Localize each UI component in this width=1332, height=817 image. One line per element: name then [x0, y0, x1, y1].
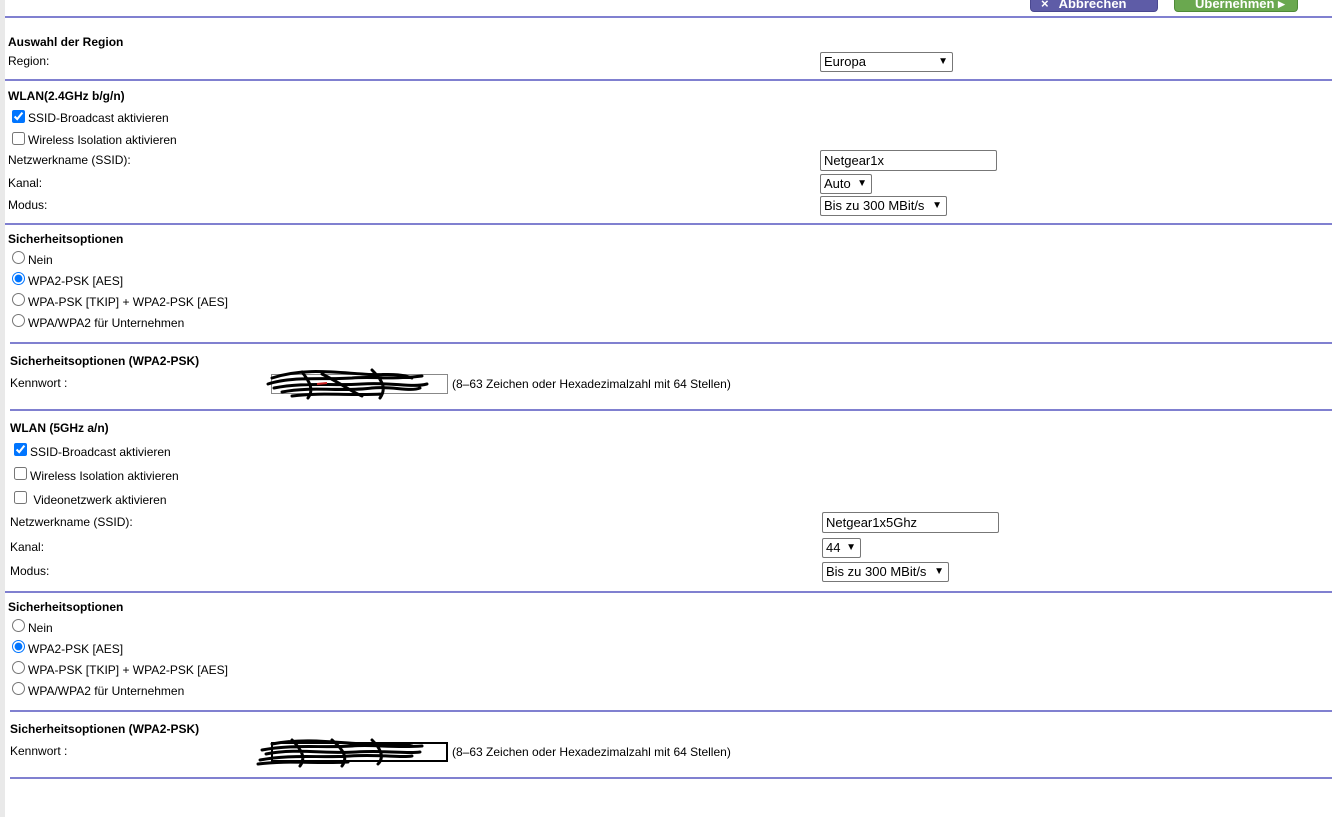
wlan24-channel-select[interactable]: Auto ▼	[820, 174, 872, 194]
chevron-down-icon: ▼	[938, 56, 948, 67]
security24-radio-enterprise[interactable]	[12, 314, 25, 327]
separator	[10, 342, 1332, 344]
security24-option-none: Nein	[28, 253, 53, 267]
security24-heading: Sicherheitsoptionen	[8, 232, 124, 246]
separator	[5, 223, 1332, 225]
wlan5-ssid-broadcast-checkbox[interactable]	[14, 443, 27, 456]
region-label: Region:	[8, 54, 50, 68]
apply-button[interactable]: Übernehmen ▸	[1174, 0, 1298, 12]
region-select[interactable]: Europa ▼	[820, 52, 953, 72]
wlan24-channel-value: Auto	[824, 176, 851, 191]
wlan24-heading: WLAN(2.4GHz b/g/n)	[8, 89, 125, 103]
chevron-down-icon: ▼	[857, 178, 867, 189]
wlan5-ssid-broadcast-label: SSID-Broadcast aktivieren	[30, 445, 171, 459]
wlan24-mode-select[interactable]: Bis zu 300 MBit/s ▼	[820, 196, 947, 216]
psk5-heading: Sicherheitsoptionen (WPA2-PSK)	[10, 722, 200, 736]
cancel-button[interactable]: × Abbrechen	[1030, 0, 1158, 12]
region-select-value: Europa	[824, 54, 866, 69]
wlan24-mode-label: Modus:	[8, 198, 48, 212]
wlan5-ssid-input[interactable]	[822, 512, 999, 533]
wlan5-channel-select[interactable]: 44 ▼	[822, 538, 861, 558]
wlan5-heading: WLAN (5GHz a/n)	[10, 421, 109, 435]
separator	[10, 710, 1332, 712]
security5-heading: Sicherheitsoptionen	[8, 600, 124, 614]
arrow-right-icon: ▸	[1278, 0, 1285, 11]
security5-radio-enterprise[interactable]	[12, 682, 25, 695]
wlan5-mode-select[interactable]: Bis zu 300 MBit/s ▼	[822, 562, 949, 582]
wlan5-ssid-label: Netzwerkname (SSID):	[10, 515, 133, 529]
security5-radio-wpa2[interactable]	[12, 640, 25, 653]
security5-radio-mixed[interactable]	[12, 661, 25, 674]
psk5-password-label: Kennwort :	[10, 744, 68, 758]
wlan24-ssid-input[interactable]	[820, 150, 997, 171]
wlan24-mode-value: Bis zu 300 MBit/s	[824, 198, 925, 213]
security24-radio-mixed[interactable]	[12, 293, 25, 306]
security5-option-mixed: WPA-PSK [TKIP] + WPA2-PSK [AES]	[28, 663, 228, 677]
chevron-down-icon: ▼	[934, 566, 944, 577]
wlan24-ssid-broadcast-label: SSID-Broadcast aktivieren	[28, 111, 169, 125]
security24-radio-none[interactable]	[12, 251, 25, 264]
wlan5-isolation-label: Wireless Isolation aktivieren	[30, 469, 179, 483]
redaction-scribble	[256, 738, 424, 768]
cancel-button-label: Abbrechen	[1058, 0, 1127, 11]
apply-button-label: Übernehmen	[1195, 0, 1275, 11]
security24-option-wpa2: WPA2-PSK [AES]	[28, 274, 124, 288]
wlan24-channel-label: Kanal:	[8, 176, 43, 190]
security24-option-enterprise: WPA/WPA2 für Unternehmen	[28, 316, 185, 330]
separator	[5, 79, 1332, 81]
psk24-hint: (8–63 Zeichen oder Hexadezimalzahl mit 6…	[452, 377, 731, 391]
security5-option-enterprise: WPA/WPA2 für Unternehmen	[28, 684, 185, 698]
wlan5-channel-label: Kanal:	[10, 540, 45, 554]
separator	[5, 16, 1332, 18]
security24-radio-wpa2[interactable]	[12, 272, 25, 285]
security24-option-mixed: WPA-PSK [TKIP] + WPA2-PSK [AES]	[28, 295, 228, 309]
security5-option-wpa2: WPA2-PSK [AES]	[28, 642, 124, 656]
wlan24-isolation-label: Wireless Isolation aktivieren	[28, 133, 177, 147]
wlan24-isolation-checkbox[interactable]	[12, 132, 25, 145]
wlan5-mode-value: Bis zu 300 MBit/s	[826, 564, 927, 579]
region-heading: Auswahl der Region	[8, 35, 124, 49]
wlan5-mode-label: Modus:	[10, 564, 50, 578]
security5-option-none: Nein	[28, 621, 53, 635]
chevron-down-icon: ▼	[932, 200, 942, 211]
redaction-scribble	[266, 368, 429, 400]
psk24-heading: Sicherheitsoptionen (WPA2-PSK)	[10, 354, 200, 368]
security5-radio-none[interactable]	[12, 619, 25, 632]
wlan5-video-label: Videonetzwerk aktivieren	[30, 493, 167, 507]
separator	[10, 777, 1332, 779]
page-left-edge	[0, 0, 5, 817]
psk24-password-label: Kennwort :	[10, 376, 68, 390]
close-icon: ×	[1041, 0, 1049, 11]
separator	[5, 591, 1332, 593]
separator	[10, 409, 1332, 411]
wlan5-video-checkbox[interactable]	[14, 491, 27, 504]
wlan24-ssid-broadcast-checkbox[interactable]	[12, 110, 25, 123]
wlan24-ssid-label: Netzwerkname (SSID):	[8, 153, 131, 167]
chevron-down-icon: ▼	[846, 542, 856, 553]
wlan5-isolation-checkbox[interactable]	[14, 467, 27, 480]
wlan5-channel-value: 44	[826, 540, 841, 555]
psk5-hint: (8–63 Zeichen oder Hexadezimalzahl mit 6…	[452, 745, 731, 759]
